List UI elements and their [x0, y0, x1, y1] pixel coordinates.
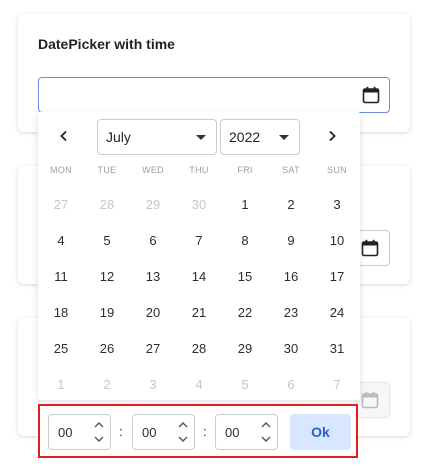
- day-cell[interactable]: 1: [222, 190, 268, 220]
- day-cell-outside-month[interactable]: 2: [84, 370, 130, 400]
- day-cell[interactable]: 17: [314, 262, 360, 292]
- day-cell[interactable]: 3: [314, 190, 360, 220]
- day-cell[interactable]: 15: [222, 262, 268, 292]
- day-cell-outside-month[interactable]: 30: [176, 190, 222, 220]
- date-time-input[interactable]: [38, 77, 390, 113]
- day-cell[interactable]: 13: [130, 262, 176, 292]
- minutes-spinner[interactable]: 00: [132, 414, 195, 450]
- day-cell[interactable]: 9: [268, 226, 314, 256]
- page: DatePicker with time July 2022 MON TUE W…: [0, 0, 434, 466]
- day-cell[interactable]: 20: [130, 298, 176, 328]
- ok-button[interactable]: Ok: [290, 414, 351, 450]
- day-cell[interactable]: 24: [314, 298, 360, 328]
- calendar-popup: July 2022 MON TUE WED THU FRI SAT SUN 27 28 29 30…: [38, 112, 360, 400]
- day-cell[interactable]: 23: [268, 298, 314, 328]
- month-select-value: July: [106, 129, 131, 145]
- weekday-label: FRI: [237, 165, 253, 175]
- day-cell[interactable]: 21: [176, 298, 222, 328]
- day-cell[interactable]: 12: [84, 262, 130, 292]
- day-cell[interactable]: 22: [222, 298, 268, 328]
- year-select-value: 2022: [229, 129, 261, 145]
- day-cell[interactable]: 4: [38, 226, 84, 256]
- day-cell[interactable]: 8: [222, 226, 268, 256]
- day-cell[interactable]: 29: [222, 334, 268, 364]
- seconds-spinner[interactable]: 00: [215, 414, 278, 450]
- day-cell-outside-month[interactable]: 28: [84, 190, 130, 220]
- day-cell[interactable]: 11: [38, 262, 84, 292]
- caret-down-icon: [279, 135, 289, 140]
- day-cell[interactable]: 6: [130, 226, 176, 256]
- day-cell[interactable]: 7: [176, 226, 222, 256]
- chevron-down-icon[interactable]: [177, 433, 189, 445]
- time-separator: :: [203, 424, 207, 439]
- weekday-label: SAT: [282, 165, 300, 175]
- hours-value[interactable]: 00: [58, 425, 72, 440]
- day-cell[interactable]: 14: [176, 262, 222, 292]
- day-cell-outside-month[interactable]: 27: [38, 190, 84, 220]
- chevron-down-icon[interactable]: [93, 433, 105, 445]
- weekday-label: TUE: [97, 165, 117, 175]
- day-cell[interactable]: 27: [130, 334, 176, 364]
- day-cell[interactable]: 18: [38, 298, 84, 328]
- day-cell[interactable]: 25: [38, 334, 84, 364]
- minutes-value[interactable]: 00: [142, 425, 156, 440]
- calendar-icon[interactable]: [361, 239, 379, 257]
- day-cell[interactable]: 5: [84, 226, 130, 256]
- calendar-icon[interactable]: [362, 86, 380, 104]
- hours-spinner[interactable]: 00: [48, 414, 111, 450]
- day-cell-outside-month[interactable]: 1: [38, 370, 84, 400]
- chevron-up-icon[interactable]: [260, 419, 272, 431]
- chevron-up-icon[interactable]: [177, 419, 189, 431]
- day-cell[interactable]: 2: [268, 190, 314, 220]
- weekday-label: WED: [142, 165, 164, 175]
- year-select[interactable]: 2022: [220, 119, 300, 155]
- chevron-down-icon[interactable]: [260, 433, 272, 445]
- month-select[interactable]: July: [97, 119, 217, 155]
- day-cell[interactable]: 16: [268, 262, 314, 292]
- day-cell[interactable]: 31: [314, 334, 360, 364]
- weekday-label: MON: [50, 165, 72, 175]
- day-cell-outside-month[interactable]: 3: [130, 370, 176, 400]
- day-cell-outside-month[interactable]: 6: [268, 370, 314, 400]
- chevron-right-icon: [329, 130, 336, 142]
- day-cell[interactable]: 10: [314, 226, 360, 256]
- day-cell-outside-month[interactable]: 7: [314, 370, 360, 400]
- seconds-value[interactable]: 00: [225, 425, 239, 440]
- chevron-left-icon: [60, 130, 67, 142]
- weekday-label: THU: [189, 165, 209, 175]
- card-title: DatePicker with time: [38, 36, 175, 52]
- time-separator: :: [119, 424, 123, 439]
- weekday-header: MON TUE WED THU FRI SAT SUN: [38, 165, 360, 181]
- calendar-icon: [361, 391, 379, 409]
- day-cell[interactable]: 30: [268, 334, 314, 364]
- day-cell[interactable]: 28: [176, 334, 222, 364]
- day-cell-outside-month[interactable]: 4: [176, 370, 222, 400]
- time-selector: 00 : 00 : 00 Ok: [38, 404, 358, 458]
- day-cell-outside-month[interactable]: 29: [130, 190, 176, 220]
- day-cell[interactable]: 19: [84, 298, 130, 328]
- day-cell[interactable]: 26: [84, 334, 130, 364]
- chevron-up-icon[interactable]: [93, 419, 105, 431]
- day-cell-outside-month[interactable]: 5: [222, 370, 268, 400]
- prev-month-button[interactable]: [50, 122, 78, 150]
- weekday-label: SUN: [327, 165, 347, 175]
- next-month-button[interactable]: [318, 122, 346, 150]
- caret-down-icon: [196, 135, 206, 140]
